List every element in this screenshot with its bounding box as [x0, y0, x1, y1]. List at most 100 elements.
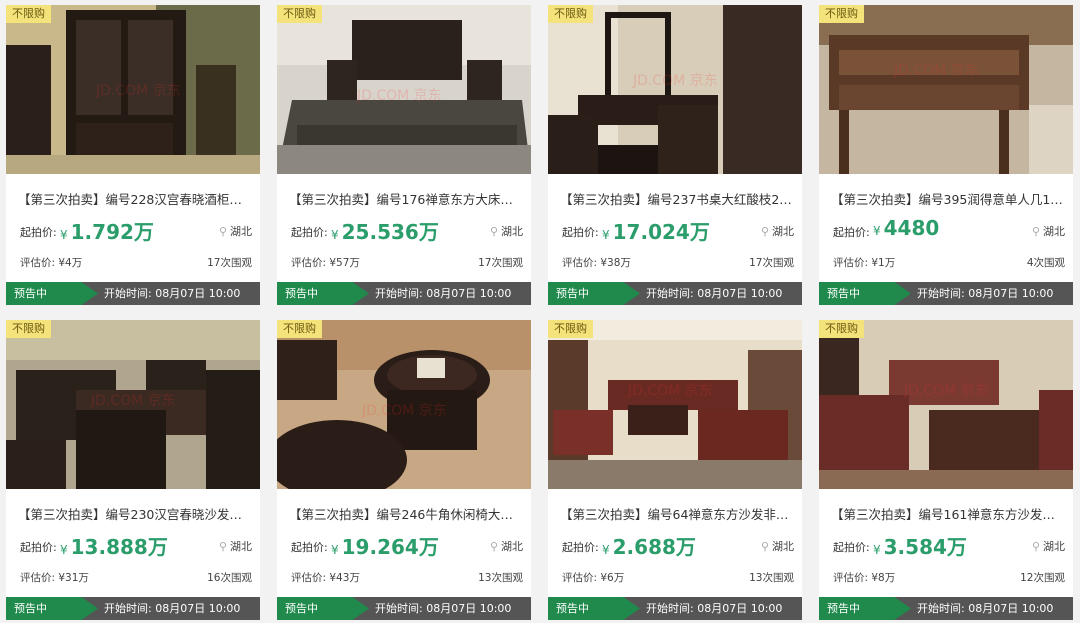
- price-label: 起拍价:: [20, 541, 57, 554]
- start-time: 开始时间: 08月07日 10:00: [646, 602, 783, 615]
- location-text: 湖北: [230, 225, 252, 238]
- price-label: 起拍价:: [833, 226, 870, 239]
- starting-price: ¥3.584万: [873, 531, 967, 560]
- starting-price: ¥17.024万: [602, 216, 710, 245]
- currency-symbol: ¥: [602, 228, 610, 242]
- product-image[interactable]: JD.COM 京东 不限购: [548, 5, 802, 174]
- location-text: 湖北: [772, 540, 794, 553]
- estimated-value: 评估价: ¥31万: [20, 572, 89, 584]
- auction-card[interactable]: JD.COM 京东 不限购 【第三次拍卖】编号237书桌大红酸枝2… 起拍价: …: [548, 5, 802, 305]
- item-title[interactable]: 【第三次拍卖】编号228汉宫春晓酒柜…: [18, 189, 252, 208]
- auction-card[interactable]: JD.COM 京东 不限购 【第三次拍卖】编号176禅意东方大床… 起拍价: ¥…: [277, 5, 531, 305]
- item-title[interactable]: 【第三次拍卖】编号64禅意东方沙发非…: [560, 504, 794, 523]
- currency-symbol: ¥: [873, 224, 881, 238]
- price-value: 17.024万: [612, 220, 710, 244]
- location: ⚲ 湖北: [490, 223, 523, 239]
- status-badge: 预告中: [277, 597, 369, 620]
- currency-symbol: ¥: [60, 228, 68, 242]
- status-badge: 预告中: [819, 597, 911, 620]
- price-value: 4480: [883, 216, 940, 240]
- location: ⚲ 湖北: [490, 538, 523, 554]
- location-pin-icon: ⚲: [760, 225, 769, 238]
- item-title[interactable]: 【第三次拍卖】编号230汉宫春晓沙发…: [18, 504, 252, 523]
- product-image[interactable]: JD.COM 京东 不限购: [548, 320, 802, 489]
- location-pin-icon: ⚲: [218, 225, 227, 238]
- price-row: 起拍价: ¥19.264万 ⚲ 湖北: [291, 531, 523, 560]
- estimated-value: 评估价: ¥4万: [20, 257, 83, 269]
- view-count: 13次围观: [749, 572, 794, 584]
- start-time: 开始时间: 08月07日 10:00: [917, 287, 1054, 300]
- purchase-limit-badge: 不限购: [548, 320, 593, 338]
- status-badge: 预告中: [819, 282, 911, 305]
- status-bar: 预告中 开始时间: 08月07日 10:00: [819, 597, 1073, 620]
- starting-price: ¥19.264万: [331, 531, 439, 560]
- estimated-value: 评估价: ¥43万: [291, 572, 360, 584]
- auction-card[interactable]: JD.COM 京东 不限购 【第三次拍卖】编号246牛角休闲椅大… 起拍价: ¥…: [277, 320, 531, 620]
- status-bar: 预告中 开始时间: 08月07日 10:00: [6, 282, 260, 305]
- starting-price: ¥13.888万: [60, 531, 168, 560]
- product-image[interactable]: JD.COM 京东 不限购: [6, 5, 260, 174]
- price-row: 起拍价: ¥2.688万 ⚲ 湖北: [562, 531, 794, 560]
- location-text: 湖北: [1043, 540, 1065, 553]
- price-value: 3.584万: [883, 535, 967, 559]
- start-time: 开始时间: 08月07日 10:00: [917, 602, 1054, 615]
- currency-symbol: ¥: [873, 543, 881, 557]
- location: ⚲ 湖北: [1032, 223, 1065, 239]
- status-badge: 预告中: [277, 282, 369, 305]
- item-title[interactable]: 【第三次拍卖】编号176禅意东方大床…: [289, 189, 523, 208]
- status-badge: 预告中: [548, 282, 640, 305]
- item-title[interactable]: 【第三次拍卖】编号246牛角休闲椅大…: [289, 504, 523, 523]
- start-time: 开始时间: 08月07日 10:00: [104, 287, 241, 300]
- starting-price: ¥4480: [873, 216, 939, 240]
- product-image[interactable]: JD.COM 京东 不限购: [277, 5, 531, 174]
- auction-card[interactable]: JD.COM 京东 不限购 【第三次拍卖】编号64禅意东方沙发非… 起拍价: ¥…: [548, 320, 802, 620]
- starting-price: ¥2.688万: [602, 531, 696, 560]
- price-row: 起拍价: ¥13.888万 ⚲ 湖北: [20, 531, 252, 560]
- item-title[interactable]: 【第三次拍卖】编号161禅意东方沙发…: [831, 504, 1065, 523]
- price-row: 起拍价: ¥3.584万 ⚲ 湖北: [833, 531, 1065, 560]
- purchase-limit-badge: 不限购: [548, 5, 593, 23]
- status-bar: 预告中 开始时间: 08月07日 10:00: [277, 597, 531, 620]
- status-badge: 预告中: [548, 597, 640, 620]
- price-row: 起拍价: ¥17.024万 ⚲ 湖北: [562, 216, 794, 245]
- view-count: 17次围观: [749, 257, 794, 269]
- auction-card[interactable]: JD.COM 京东 不限购 【第三次拍卖】编号230汉宫春晓沙发… 起拍价: ¥…: [6, 320, 260, 620]
- location: ⚲ 湖北: [219, 223, 252, 239]
- view-count: 16次围观: [207, 572, 252, 584]
- price-label: 起拍价:: [291, 226, 328, 239]
- product-image[interactable]: JD.COM 京东 不限购: [6, 320, 260, 489]
- location-text: 湖北: [230, 540, 252, 553]
- status-badge: 预告中: [6, 597, 98, 620]
- view-count: 12次围观: [1020, 572, 1065, 584]
- price-value: 19.264万: [341, 535, 439, 559]
- location-text: 湖北: [772, 225, 794, 238]
- location-pin-icon: ⚲: [489, 540, 498, 553]
- product-image[interactable]: JD.COM 京东 不限购: [819, 5, 1073, 174]
- purchase-limit-badge: 不限购: [6, 320, 51, 338]
- price-label: 起拍价:: [833, 541, 870, 554]
- purchase-limit-badge: 不限购: [277, 5, 322, 23]
- location-text: 湖北: [1043, 225, 1065, 238]
- watermark: JD.COM 京东: [903, 383, 989, 399]
- price-label: 起拍价:: [291, 541, 328, 554]
- auction-card[interactable]: JD.COM 京东 不限购 【第三次拍卖】编号395润得意单人几1… 起拍价: …: [819, 5, 1073, 305]
- location-pin-icon: ⚲: [218, 540, 227, 553]
- currency-symbol: ¥: [602, 543, 610, 557]
- currency-symbol: ¥: [331, 543, 339, 557]
- item-title[interactable]: 【第三次拍卖】编号395润得意单人几1…: [831, 189, 1065, 208]
- view-count: 17次围观: [478, 257, 523, 269]
- auction-card[interactable]: JD.COM 京东 不限购 【第三次拍卖】编号228汉宫春晓酒柜… 起拍价: ¥…: [6, 5, 260, 305]
- auction-card[interactable]: JD.COM 京东 不限购 【第三次拍卖】编号161禅意东方沙发… 起拍价: ¥…: [819, 320, 1073, 620]
- location-pin-icon: ⚲: [1031, 540, 1040, 553]
- price-row: 起拍价: ¥4480 ⚲ 湖北: [833, 216, 1065, 242]
- location: ⚲ 湖北: [761, 223, 794, 239]
- start-time: 开始时间: 08月07日 10:00: [375, 287, 512, 300]
- location-pin-icon: ⚲: [1031, 225, 1040, 238]
- product-image[interactable]: JD.COM 京东 不限购: [819, 320, 1073, 489]
- item-title[interactable]: 【第三次拍卖】编号237书桌大红酸枝2…: [560, 189, 794, 208]
- watermark: JD.COM 京东: [632, 73, 718, 89]
- price-label: 起拍价:: [562, 541, 599, 554]
- price-label: 起拍价:: [20, 226, 57, 239]
- price-row: 起拍价: ¥1.792万 ⚲ 湖北: [20, 216, 252, 244]
- product-image[interactable]: JD.COM 京东 不限购: [277, 320, 531, 489]
